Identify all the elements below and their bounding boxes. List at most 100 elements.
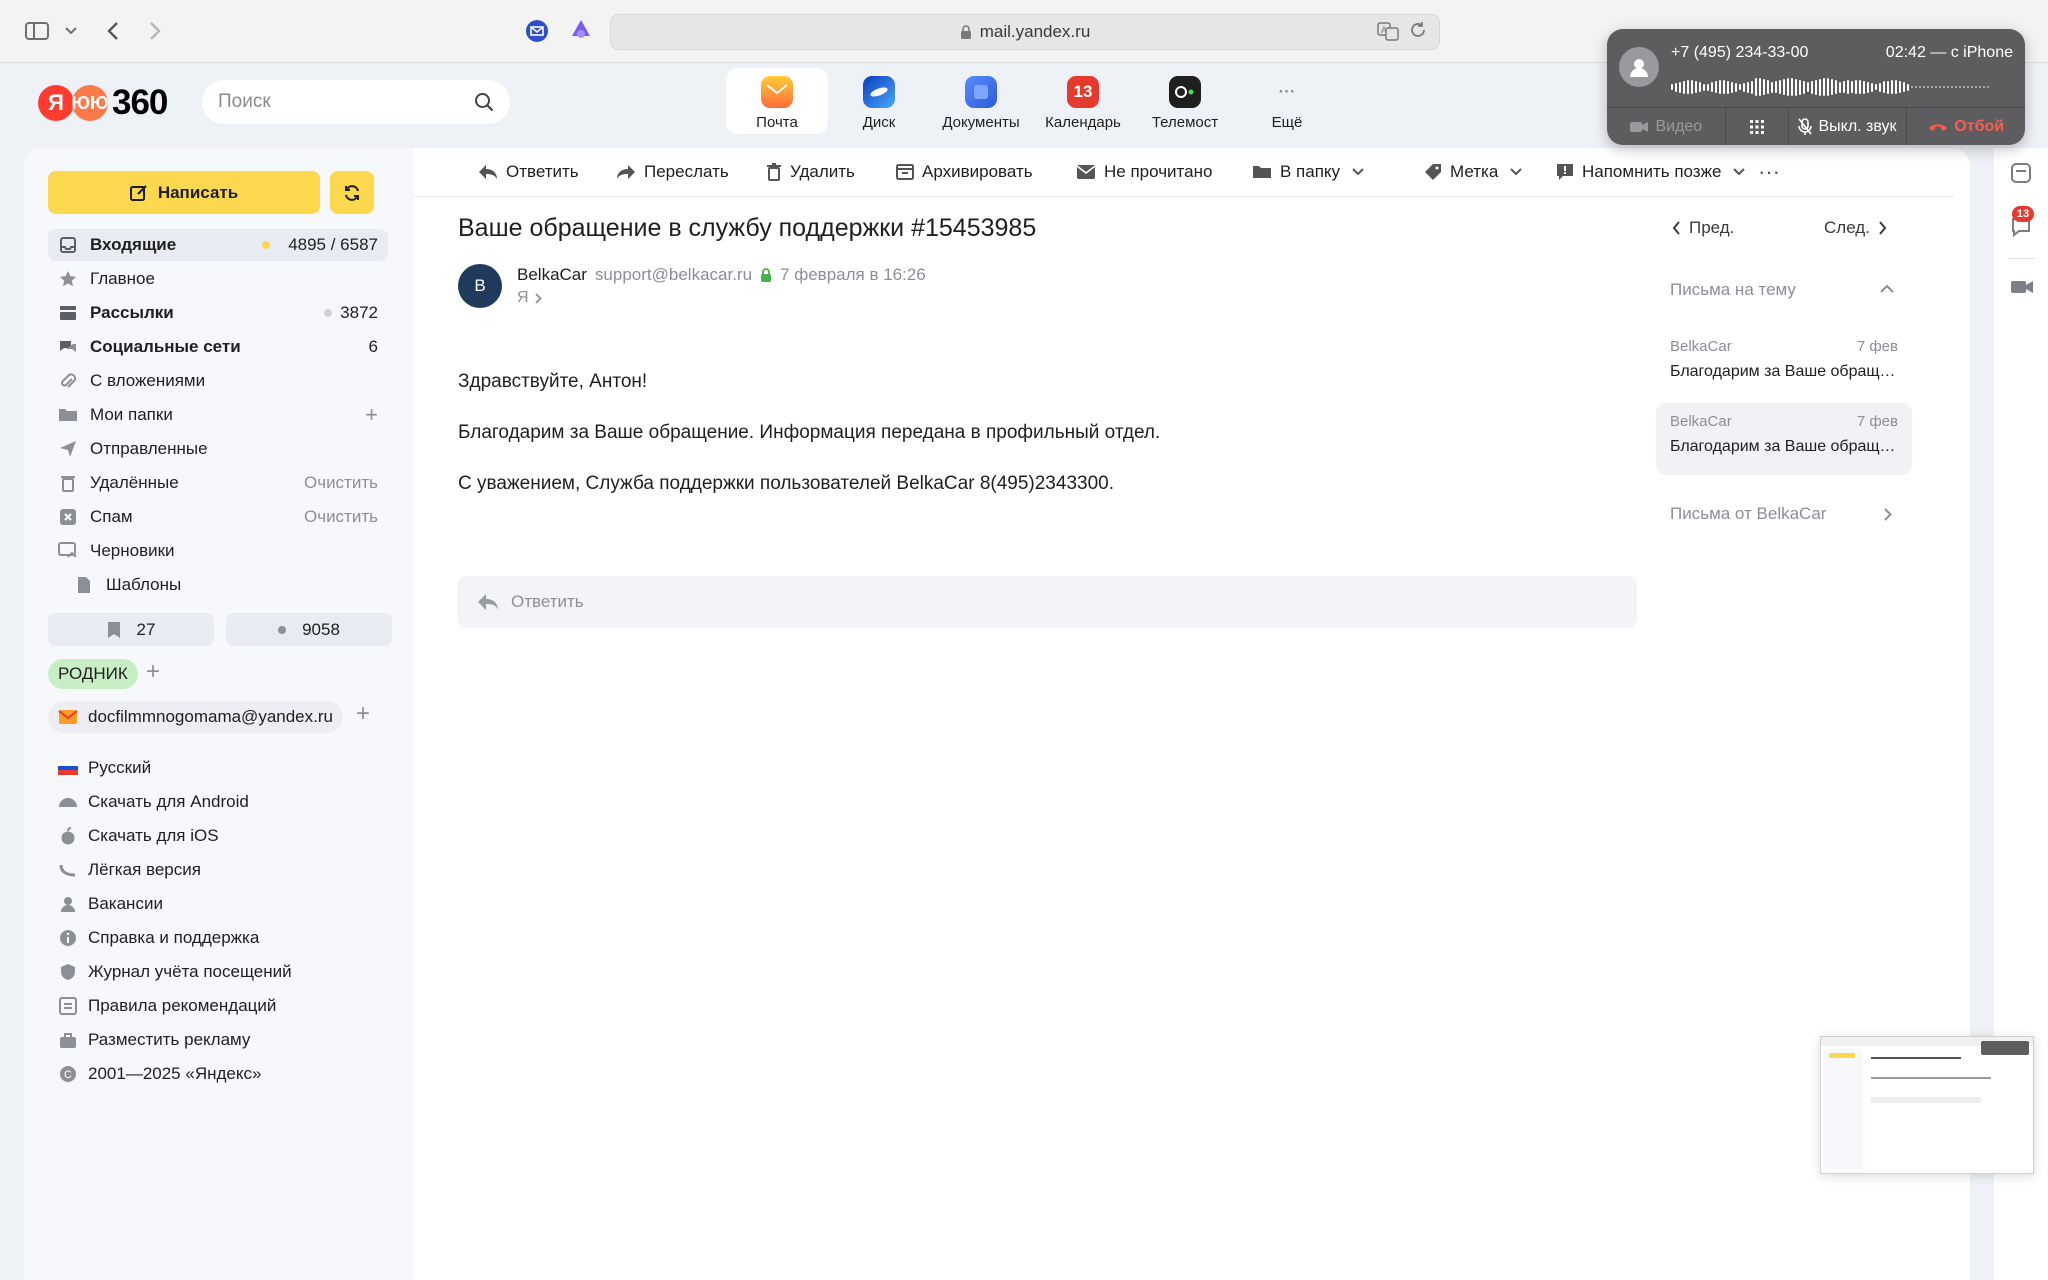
sender-email[interactable]: support@belkacar.ru bbox=[595, 265, 752, 285]
app-disk[interactable]: Диск bbox=[828, 68, 930, 134]
address-bar[interactable]: mail.yandex.ru A bbox=[610, 14, 1440, 50]
add-label-icon[interactable]: + bbox=[146, 658, 160, 686]
rail-divider bbox=[2008, 258, 2034, 259]
copyright-link[interactable]: C 2001—2025 «Яндекс» bbox=[58, 1059, 261, 1089]
visits-log-link[interactable]: Журнал учёта посещений bbox=[58, 957, 292, 987]
folder-drafts[interactable]: Черновики bbox=[48, 535, 388, 567]
folder-social[interactable]: Социальные сети 6 bbox=[48, 331, 388, 363]
folder-sent[interactable]: Отправленные bbox=[48, 433, 388, 465]
translate-icon[interactable]: A bbox=[1377, 21, 1399, 41]
chevron-up-icon[interactable] bbox=[1880, 284, 1894, 293]
folder-newsletters[interactable]: Рассылки 3872 bbox=[48, 297, 388, 329]
folder-my-folders[interactable]: Мои папки + bbox=[48, 399, 388, 431]
waveform-bar bbox=[1675, 82, 1677, 92]
search-icon[interactable] bbox=[474, 92, 494, 112]
folder-spam[interactable]: Спам Очистить bbox=[48, 501, 388, 533]
notes-icon[interactable] bbox=[2010, 162, 2032, 184]
light-version-link[interactable]: Лёгкая версия bbox=[58, 855, 201, 885]
screenshot-thumbnail[interactable] bbox=[1820, 1036, 2034, 1174]
clear-trash-link[interactable]: Очистить bbox=[304, 473, 378, 493]
extension-mail-icon[interactable] bbox=[522, 16, 552, 46]
more-actions-icon[interactable]: ··· bbox=[1758, 158, 1780, 186]
archive-button[interactable]: Архивировать bbox=[896, 158, 1033, 186]
folder-main[interactable]: Главное bbox=[48, 263, 388, 295]
compose-button[interactable]: Написать bbox=[48, 171, 320, 214]
folder-templates[interactable]: Шаблоны bbox=[64, 569, 388, 601]
waveform-bar bbox=[1891, 80, 1893, 94]
calendar-icon: 13 bbox=[1067, 76, 1099, 108]
thread-item-date: 7 фев bbox=[1856, 338, 1898, 355]
recommendation-rules-link[interactable]: Правила рекомендаций bbox=[58, 991, 276, 1021]
delete-button[interactable]: Удалить bbox=[766, 158, 855, 186]
keypad-button[interactable] bbox=[1726, 108, 1789, 145]
prev-message-button[interactable]: Пред. bbox=[1672, 218, 1734, 238]
remind-later-button[interactable]: Напомнить позже bbox=[1556, 158, 1746, 186]
mute-button[interactable]: Выкл. звук bbox=[1789, 108, 1908, 145]
back-icon[interactable] bbox=[98, 16, 128, 46]
letters-from-sender-link[interactable]: Письма от BelkaCar bbox=[1670, 504, 1826, 524]
archive-label: Архивировать bbox=[922, 162, 1033, 181]
app-documents[interactable]: Документы bbox=[930, 68, 1032, 134]
sidebar-toggle-icon[interactable] bbox=[22, 16, 52, 46]
app-calendar[interactable]: 13 Календарь bbox=[1032, 68, 1134, 134]
ads-link[interactable]: Разместить рекламу bbox=[58, 1025, 250, 1055]
language-link[interactable]: Русский bbox=[58, 753, 151, 783]
add-account-icon[interactable]: + bbox=[356, 700, 370, 728]
chevron-down-icon[interactable] bbox=[56, 16, 86, 46]
waveform-bar bbox=[1683, 80, 1685, 94]
waveform-bar bbox=[1963, 86, 1965, 88]
video-call-icon[interactable] bbox=[2010, 278, 2034, 296]
yandex360-logo[interactable]: Я ЮЮ 360 bbox=[38, 80, 168, 126]
refresh-button[interactable] bbox=[330, 171, 374, 214]
quick-reply-field[interactable]: Ответить bbox=[457, 576, 1637, 628]
forward-icon[interactable] bbox=[140, 16, 170, 46]
mark-unread-button[interactable]: Не прочитано bbox=[1076, 158, 1212, 186]
thread-header[interactable]: Письма на тему bbox=[1670, 280, 1796, 300]
waveform-bar bbox=[1811, 80, 1813, 94]
help-link[interactable]: Справка и поддержка bbox=[58, 923, 259, 953]
ios-link[interactable]: Скачать для iOS bbox=[58, 821, 219, 851]
vacancies-link[interactable]: Вакансии bbox=[58, 889, 163, 919]
waveform-bar bbox=[1959, 86, 1961, 88]
account-chip[interactable]: docfilmmnogomama@yandex.ru bbox=[48, 701, 343, 733]
recipients[interactable]: Я bbox=[517, 289, 542, 307]
sender-name[interactable]: BelkaCar bbox=[517, 265, 587, 285]
folder-attachments[interactable]: С вложениями bbox=[48, 365, 388, 397]
folder-trash[interactable]: Удалённые Очистить bbox=[48, 467, 388, 499]
unread-filter[interactable]: 9058 bbox=[226, 613, 392, 646]
app-telemost[interactable]: Телемост bbox=[1134, 68, 1236, 134]
thread-item-current[interactable]: BelkaCar 7 фев Благодарим за Ваше обраще… bbox=[1656, 403, 1912, 475]
label-tag[interactable]: РОДНИК bbox=[48, 659, 138, 689]
app-mail[interactable]: Почта bbox=[726, 68, 828, 134]
extension-shield-icon[interactable] bbox=[566, 16, 596, 46]
forward-button[interactable]: Переслать bbox=[616, 158, 729, 186]
folder-count: 6 bbox=[368, 337, 378, 356]
reply-button[interactable]: Ответить bbox=[478, 158, 579, 186]
trash-icon bbox=[766, 163, 782, 181]
reload-icon[interactable] bbox=[1409, 21, 1427, 39]
clear-spam-link[interactable]: Очистить bbox=[304, 507, 378, 527]
label-button[interactable]: Метка bbox=[1424, 158, 1523, 186]
sent-icon bbox=[58, 439, 78, 459]
folder-inbox[interactable]: Входящие 4895 / 6587 bbox=[48, 229, 388, 261]
mail-icon bbox=[58, 710, 78, 724]
move-to-folder-button[interactable]: В папку bbox=[1252, 158, 1364, 186]
app-more[interactable]: ··· Ещё bbox=[1236, 68, 1338, 134]
video-button[interactable]: Видео bbox=[1607, 108, 1726, 145]
android-link[interactable]: Скачать для Android bbox=[58, 787, 249, 817]
url-text: mail.yandex.ru bbox=[979, 22, 1091, 41]
folder-label: Шаблоны bbox=[106, 575, 182, 594]
end-call-button[interactable]: Отбой bbox=[1907, 108, 2025, 145]
sender-avatar[interactable]: B bbox=[458, 264, 502, 308]
next-message-button[interactable]: След. bbox=[1824, 218, 1887, 238]
bookmarks-filter[interactable]: 27 bbox=[48, 613, 214, 646]
waveform-bar bbox=[1871, 82, 1873, 92]
video-icon bbox=[1630, 122, 1649, 132]
add-folder-icon[interactable]: + bbox=[365, 402, 378, 428]
more-icon: ··· bbox=[1278, 82, 1296, 101]
thread-item[interactable]: BelkaCar 7 фев Благодарим за Ваше обраще… bbox=[1656, 328, 1912, 400]
footer-label: Разместить рекламу bbox=[88, 1030, 251, 1049]
search-input[interactable]: Поиск bbox=[202, 80, 510, 124]
quick-reply-placeholder: Ответить bbox=[511, 592, 584, 611]
logo-text: 360 bbox=[112, 83, 168, 122]
